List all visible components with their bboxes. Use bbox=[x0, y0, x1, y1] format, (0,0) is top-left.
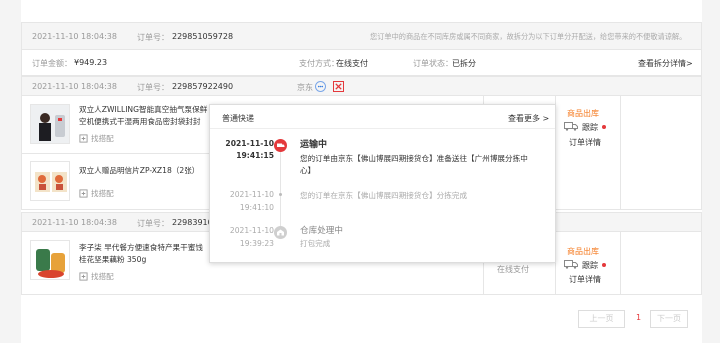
track-link[interactable]: 跟踪 bbox=[582, 260, 598, 271]
sub-order-header: 2021-11-10 18:04:38 订单号： 229857922490 京东 bbox=[21, 76, 702, 96]
in-transit-icon bbox=[274, 139, 287, 152]
truck-icon[interactable] bbox=[564, 121, 578, 133]
product-name-line: 桂花坚果藕粉 350g bbox=[79, 255, 147, 264]
event-time: 19:41:10 bbox=[239, 203, 274, 212]
notification-dot bbox=[602, 263, 606, 267]
order-no[interactable]: 229851059728 bbox=[172, 32, 233, 41]
sub-order-datetime: 2021-11-10 18:04:38 bbox=[32, 82, 117, 91]
order-amount: ¥949.23 bbox=[74, 58, 108, 67]
order-no-label: 订单号： bbox=[137, 33, 169, 42]
column-divider bbox=[620, 96, 621, 210]
find-similar-label: 找搭配 bbox=[91, 272, 114, 281]
event-text: 打包完成 bbox=[300, 239, 331, 248]
event-date: 2021-11-10 bbox=[225, 139, 274, 148]
event-time: 19:41:15 bbox=[236, 151, 274, 160]
product-image[interactable] bbox=[30, 104, 70, 144]
delete-icon[interactable] bbox=[333, 81, 344, 92]
find-similar-link[interactable]: 找搭配 bbox=[79, 133, 114, 144]
product-name-line: 双立人ZWILLING智能真空抽气泵保鲜 bbox=[79, 105, 208, 114]
order-group-summary: 订单金额： ¥949.23 支付方式： 在线支付 订单状态： 已拆分 查看拆分详… bbox=[21, 50, 702, 76]
find-similar-icon bbox=[79, 134, 88, 143]
event-title: 仓库处理中 bbox=[300, 226, 343, 236]
event-text: 您的订单在京东【佛山博展四期接货仓】分拣完成 bbox=[300, 191, 468, 200]
product-name-line: 李子柒 早代餐方便速食特产果干蜜饯 bbox=[79, 243, 203, 252]
pay-value: 在线支付 bbox=[336, 59, 368, 68]
current-page[interactable]: 1 bbox=[636, 313, 641, 322]
sub-order-no-label: 订单号： bbox=[137, 83, 169, 92]
order-detail-link[interactable]: 订单详情 bbox=[569, 274, 601, 285]
sub-order-datetime: 2021-11-10 18:04:38 bbox=[32, 218, 117, 227]
timeline-dot bbox=[279, 193, 282, 196]
find-similar-link[interactable]: 找搭配 bbox=[79, 188, 114, 199]
product-name[interactable]: 双立人赠品明信片ZP-XZ18（2张） bbox=[79, 165, 199, 177]
sub-order-no-label: 订单号： bbox=[137, 219, 169, 228]
event-text: 您的订单由京东【佛山博展四期接货仓】准备送往【广州博展分拣中 心】 bbox=[300, 153, 545, 177]
truck-icon[interactable] bbox=[564, 259, 578, 271]
track-link[interactable]: 跟踪 bbox=[582, 122, 598, 133]
product-name-line: 空机便携式干湿两用食品密封袋封封 bbox=[79, 117, 201, 126]
event-date: 2021-11-10 bbox=[229, 226, 274, 235]
find-similar-link[interactable]: 找搭配 bbox=[79, 271, 114, 282]
next-page-button[interactable]: 下一页 bbox=[650, 310, 688, 328]
shipping-status: 商品出库 bbox=[567, 247, 599, 256]
warehouse-icon bbox=[274, 226, 287, 239]
order-group-header: 2021-11-10 18:04:38 订单号： 229851059728 您订… bbox=[21, 22, 702, 50]
popup-title: 普通快递 bbox=[222, 114, 254, 123]
split-notice: 您订单中的商品在不同库房或属不同商家，故拆分为以下订单分开配送，给您带来的不便敬… bbox=[370, 32, 687, 41]
pay-method: 在线支付 bbox=[497, 265, 529, 274]
shipping-status: 商品出库 bbox=[567, 109, 599, 118]
find-similar-label: 找搭配 bbox=[91, 189, 114, 198]
event-time: 19:39:23 bbox=[239, 239, 274, 248]
order-detail-link[interactable]: 订单详情 bbox=[569, 137, 601, 148]
product-image[interactable] bbox=[30, 161, 70, 201]
split-detail-link[interactable]: 查看拆分详情> bbox=[638, 58, 693, 69]
tracking-popup: 普通快递 查看更多 > 2021-11-10 19:41:15 运输中 您的订单… bbox=[209, 104, 556, 263]
notification-dot bbox=[602, 125, 606, 129]
product-image[interactable] bbox=[30, 240, 70, 280]
product-name[interactable]: 双立人ZWILLING智能真空抽气泵保鲜 空机便携式干湿两用食品密封袋封封 bbox=[79, 104, 209, 128]
event-text-line: 您的订单由京东【佛山博展四期接货仓】准备送往【广州博展分拣中 bbox=[300, 154, 528, 163]
timeline-line bbox=[280, 147, 281, 235]
find-similar-icon bbox=[79, 189, 88, 198]
event-text-line: 心】 bbox=[300, 166, 316, 175]
status-value: 已拆分 bbox=[452, 59, 476, 68]
column-divider bbox=[620, 232, 621, 295]
view-more-link[interactable]: 查看更多 > bbox=[508, 113, 549, 124]
sub-order-no[interactable]: 22983910 bbox=[172, 218, 213, 227]
event-title: 运输中 bbox=[300, 140, 328, 150]
product-name[interactable]: 李子柒 早代餐方便速食特产果干蜜饯 桂花坚果藕粉 350g bbox=[79, 242, 209, 266]
amount-label: 订单金额： bbox=[32, 59, 72, 68]
status-label: 订单状态： bbox=[413, 59, 453, 68]
popup-divider bbox=[210, 128, 555, 129]
chat-icon[interactable] bbox=[315, 81, 326, 92]
find-similar-label: 找搭配 bbox=[91, 134, 114, 143]
find-similar-icon bbox=[79, 272, 88, 281]
sub-order-no[interactable]: 229857922490 bbox=[172, 82, 233, 91]
shop-name[interactable]: 京东 bbox=[297, 82, 313, 93]
prev-page-button[interactable]: 上一页 bbox=[578, 310, 625, 328]
pay-label: 支付方式： bbox=[299, 59, 339, 68]
event-date: 2021-11-10 bbox=[229, 190, 274, 199]
order-datetime: 2021-11-10 18:04:38 bbox=[32, 32, 117, 41]
order-list-page: 2021-11-10 18:04:38 订单号： 229851059728 您订… bbox=[0, 0, 720, 343]
